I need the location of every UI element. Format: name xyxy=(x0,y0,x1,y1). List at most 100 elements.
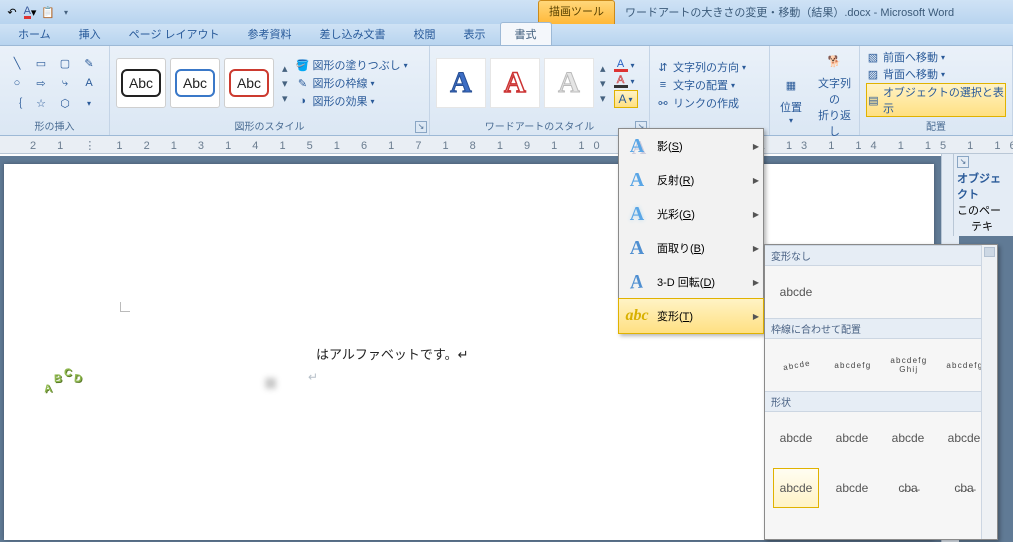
group-text: ⇵文字列の方向▾ ≡文字の配置▾ ⚯リンクの作成 xyxy=(650,46,770,135)
shape-textbox-icon[interactable]: A xyxy=(78,74,100,92)
wordart-preset-3[interactable]: A xyxy=(544,58,594,108)
tab-view[interactable]: 表示 xyxy=(450,23,500,45)
shape-hex-icon[interactable]: ⬡ xyxy=(54,94,76,112)
submenu-arrow-icon: ▶ xyxy=(753,176,759,185)
tab-mailings[interactable]: 差し込み文書 xyxy=(306,23,400,45)
bring-forward-button[interactable]: ▧前面へ移動▾ xyxy=(866,49,1006,65)
selection-pane-button[interactable]: ▤オブジェクトの選択と表示 xyxy=(866,83,1006,117)
shape-brace-icon[interactable]: ｛ xyxy=(6,94,28,112)
shape-roundrect-icon[interactable]: ▢ xyxy=(54,54,76,72)
gallery-more-icon[interactable]: ▾ xyxy=(78,94,100,112)
scrollbar-thumb[interactable] xyxy=(984,247,995,257)
text-fill-icon: A xyxy=(614,58,628,72)
dialog-launcher-icon[interactable]: ↘ xyxy=(415,121,427,133)
wordart-preset-1[interactable]: A xyxy=(436,58,486,108)
shape-rect-icon[interactable]: ▭ xyxy=(30,54,52,72)
transform-warp-7[interactable]: c̵b̵a̵ xyxy=(885,468,931,508)
group-position: ▦ 位置▾ 🐕 文字列の 折り返し▾ xyxy=(770,46,860,135)
create-link-button[interactable]: ⚯リンクの作成 xyxy=(656,95,763,111)
bucket-icon: 🪣 xyxy=(296,58,310,72)
shape-chevron-icon[interactable]: ⤷ xyxy=(54,74,76,92)
transform-follow-1[interactable]: a b c d e xyxy=(773,345,819,385)
selection-pane[interactable]: ↘ オブジェクト このペー テキ xyxy=(953,154,1013,236)
wordart-object[interactable]: ABCD ■ xyxy=(44,324,84,393)
window-title: ワードアートの大きさの変更・移動（結果）.docx - Microsoft Wo… xyxy=(625,4,954,20)
tab-references[interactable]: 参考資料 xyxy=(234,23,306,45)
group-wordart-styles: A A A ▴▾▾ A▾ A▾ A▾ ワードアートのスタイル ↘ xyxy=(430,46,650,135)
group-arrange: ▧前面へ移動▾ ▨背面へ移動▾ ▤オブジェクトの選択と表示 配置 xyxy=(860,46,1013,135)
wordart-quick-list: A▾ A▾ A▾ xyxy=(614,58,638,108)
bring-forward-icon: ▧ xyxy=(866,50,880,64)
shape-line-icon[interactable]: ╲ xyxy=(6,54,28,72)
horizontal-ruler[interactable]: 2 1 ⋮ 1 2 1 3 1 4 1 5 1 6 1 7 1 8 1 9 1 … xyxy=(0,136,1013,154)
shape-style-preset-3[interactable]: Abc xyxy=(224,58,274,108)
transform-warp-6[interactable]: abcde xyxy=(829,468,875,508)
submenu-arrow-icon: ▶ xyxy=(753,142,759,151)
section-header-follow-path: 枠線に合わせて配置 xyxy=(765,318,997,339)
selection-pane-text: テキ xyxy=(971,218,1010,234)
shape-outline-button[interactable]: ✎図形の枠線▾ xyxy=(296,75,408,91)
transform-submenu: 変形なし abcde 枠線に合わせて配置 a b c d e a b c d e… xyxy=(764,244,998,540)
selection-pane-title: オブジェクト xyxy=(957,170,1010,202)
shape-oval-icon[interactable]: ○ xyxy=(6,74,28,92)
tab-insert[interactable]: 挿入 xyxy=(65,23,115,45)
text-effects-menu: A 影(S) ▶ A 反射(R) ▶ A 光彩(G) ▶ A 面取り(B) ▶ … xyxy=(618,128,764,334)
section-header-none: 変形なし xyxy=(765,245,997,266)
contextual-tab-label: 描画ツール xyxy=(538,0,615,24)
selection-pane-launcher-icon[interactable]: ↘ xyxy=(957,156,969,168)
undo-icon[interactable]: ↶ xyxy=(4,4,20,20)
transform-follow-3[interactable]: a b c d e f g G h i j xyxy=(885,345,931,385)
menu-item-glow[interactable]: A 光彩(G) ▶ xyxy=(619,197,763,231)
tab-review[interactable]: 校閲 xyxy=(400,23,450,45)
ribbon: ╲ ▭ ▢ ✎ ○ ⇨ ⤷ A ｛ ☆ ⬡ ▾ 形の挿入 Abc Abc Abc… xyxy=(0,46,1013,136)
menu-item-bevel[interactable]: A 面取り(B) ▶ xyxy=(619,231,763,265)
paragraph-text[interactable]: はアルファベットです。↵ xyxy=(316,344,468,363)
tab-layout[interactable]: ページ レイアウト xyxy=(115,23,234,45)
position-button[interactable]: ▦ 位置▾ xyxy=(776,72,806,125)
transform-warp-5[interactable]: abcde xyxy=(773,468,819,508)
menu-item-shadow[interactable]: A 影(S) ▶ xyxy=(619,129,763,163)
font-color-icon[interactable]: A▾ xyxy=(22,4,38,20)
text-align-button[interactable]: ≡文字の配置▾ xyxy=(656,77,763,93)
shape-edit-icon[interactable]: ✎ xyxy=(78,54,100,72)
menu-item-3d-rotation[interactable]: A 3-D 回転(D) ▶ xyxy=(619,265,763,299)
text-effects-icon: A xyxy=(619,92,627,106)
shape-fill-button[interactable]: 🪣図形の塗りつぶし▾ xyxy=(296,57,408,73)
send-backward-button[interactable]: ▨背面へ移動▾ xyxy=(866,66,1006,82)
anchor-icon xyxy=(120,302,130,312)
shape-style-preset-2[interactable]: Abc xyxy=(170,58,220,108)
transform-icon: abc xyxy=(625,305,649,327)
transform-none[interactable]: abcde xyxy=(773,272,819,312)
text-direction-button[interactable]: ⇵文字列の方向▾ xyxy=(656,59,763,75)
shape-style-list: 🪣図形の塗りつぶし▾ ✎図形の枠線▾ ◑図形の効果▾ xyxy=(296,57,408,109)
qat-customize-icon[interactable]: ▾ xyxy=(58,4,74,20)
wordart-preset-2[interactable]: A xyxy=(490,58,540,108)
menu-item-reflection[interactable]: A 反射(R) ▶ xyxy=(619,163,763,197)
shape-effects-button[interactable]: ◑図形の効果▾ xyxy=(296,93,408,109)
text-fill-button[interactable]: A▾ xyxy=(614,58,638,72)
transform-warp-2[interactable]: abcde xyxy=(829,418,875,458)
text-effects-button[interactable]: A▾ xyxy=(614,90,638,108)
paste-icon[interactable]: 📋 xyxy=(40,4,56,20)
transform-follow-2[interactable]: a b c d e f g xyxy=(829,345,875,385)
tab-home[interactable]: ホーム xyxy=(4,23,65,45)
ruler-ticks: 2 1 ⋮ 1 2 1 3 1 4 1 5 1 6 1 7 1 8 1 9 1 … xyxy=(30,139,1013,152)
shape-arrow-icon[interactable]: ⇨ xyxy=(30,74,52,92)
gallery-expand-icon[interactable]: ▴▾▾ xyxy=(282,62,288,105)
group-label-shape-styles: 図形のスタイル xyxy=(116,118,423,135)
gallery-expand-icon[interactable]: ▴▾▾ xyxy=(600,62,606,105)
transform-warp-3[interactable]: abcde xyxy=(885,418,931,458)
selection-pane-icon: ▤ xyxy=(867,93,880,107)
wrap-text-button[interactable]: 🐕 文字列の 折り返し▾ xyxy=(816,48,853,149)
tab-format[interactable]: 書式 xyxy=(500,22,552,45)
submenu-scrollbar[interactable] xyxy=(981,245,997,539)
shape-star-icon[interactable]: ☆ xyxy=(30,94,52,112)
transform-warp-1[interactable]: abcde xyxy=(773,418,819,458)
text-outline-button[interactable]: A▾ xyxy=(614,74,638,88)
shapes-gallery[interactable]: ╲ ▭ ▢ ✎ ○ ⇨ ⤷ A ｛ ☆ ⬡ ▾ xyxy=(6,54,100,112)
shape-style-preset-1[interactable]: Abc xyxy=(116,58,166,108)
position-icon: ▦ xyxy=(776,72,806,98)
submenu-arrow-icon: ▶ xyxy=(753,312,759,321)
menu-item-transform[interactable]: abc 変形(T) ▶ xyxy=(618,298,764,334)
bevel-icon: A xyxy=(625,237,649,259)
